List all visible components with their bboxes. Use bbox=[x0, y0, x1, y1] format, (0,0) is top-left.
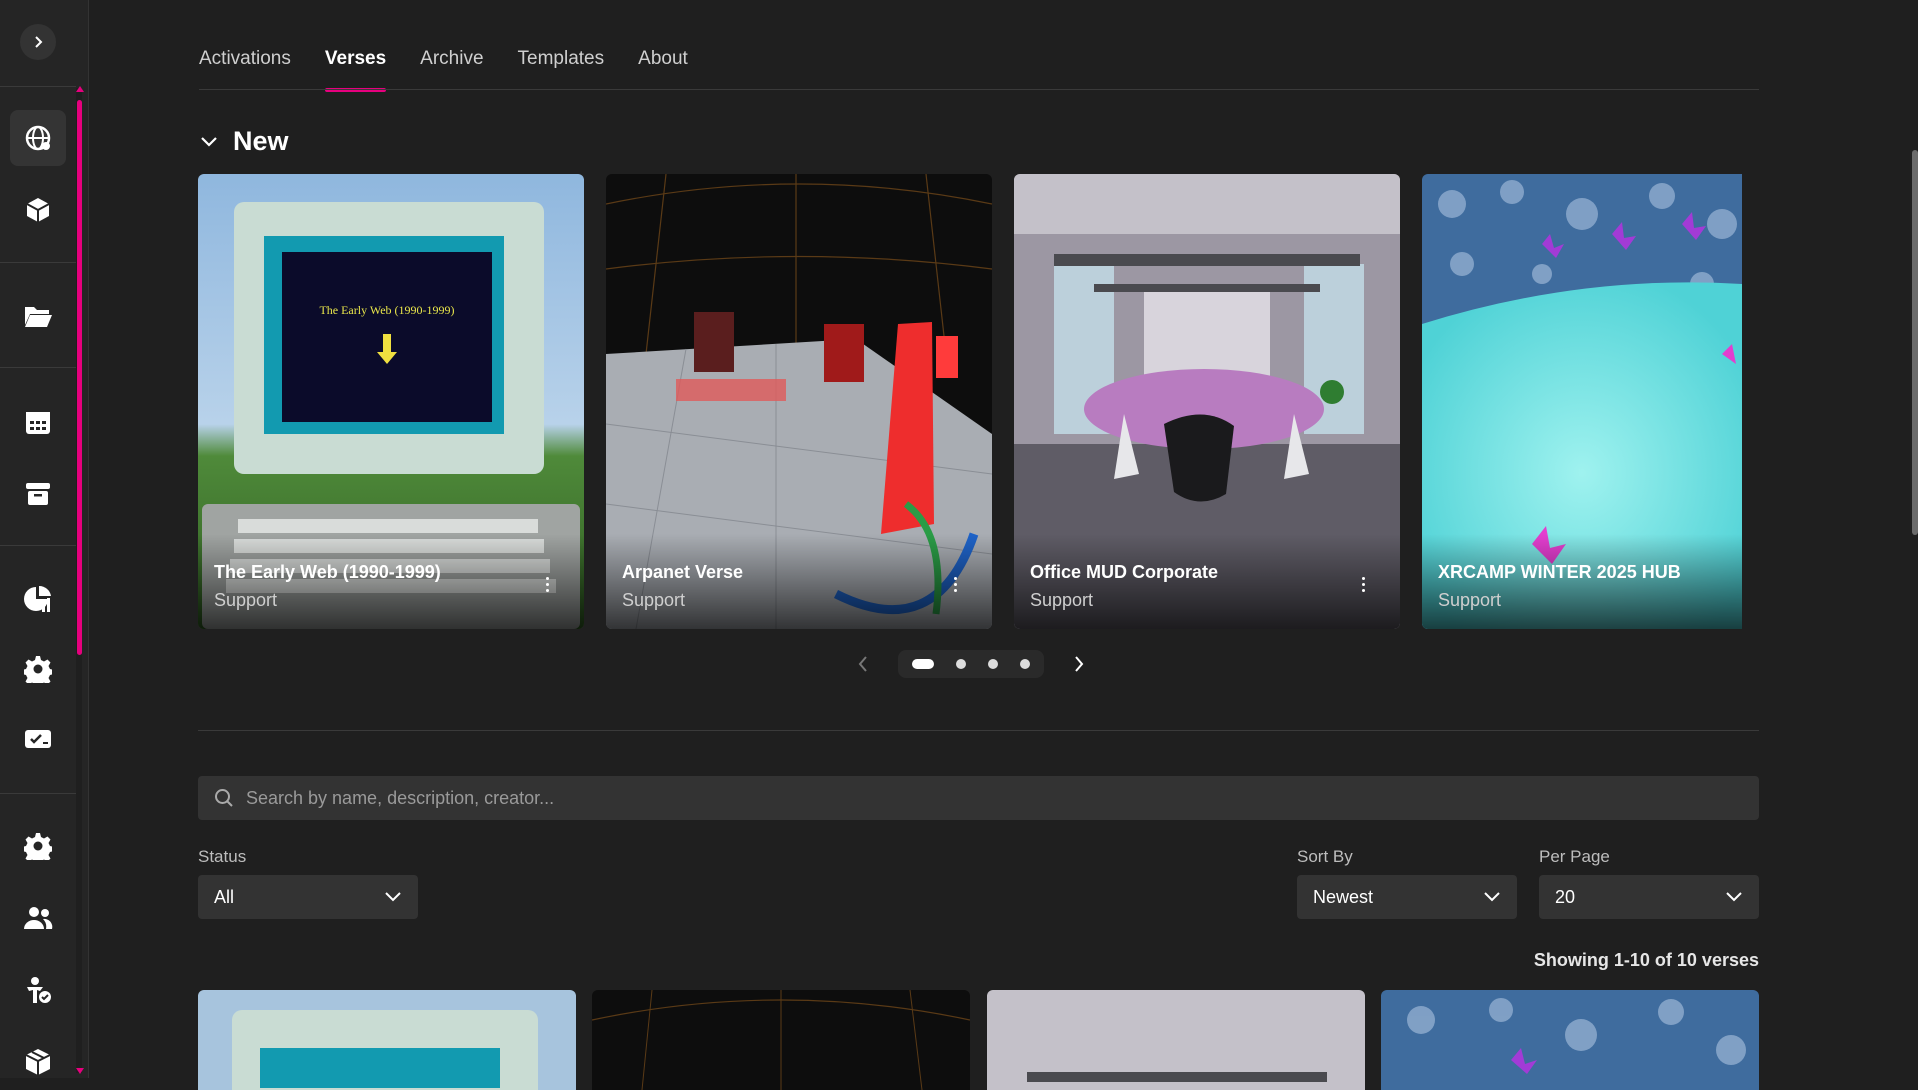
card-title: XRCAMP WINTER 2025 HUB bbox=[1438, 562, 1681, 582]
verse-grid-card[interactable] bbox=[987, 990, 1365, 1090]
chevron-right-icon bbox=[35, 36, 43, 48]
carousel-dot[interactable] bbox=[988, 659, 998, 669]
page-scrollbar[interactable] bbox=[1912, 150, 1918, 535]
calendar-grid-icon bbox=[26, 412, 50, 434]
sort-by-value: Newest bbox=[1313, 886, 1374, 907]
search-input[interactable]: Search by name, description, creator... bbox=[198, 776, 1759, 820]
more-options-icon[interactable] bbox=[1362, 574, 1366, 595]
tabs-divider bbox=[199, 89, 1759, 90]
verse-card[interactable]: The Early Web (1990-1999) The Early Web … bbox=[198, 174, 584, 629]
status-label: Status bbox=[198, 847, 247, 866]
sidebar-item-users[interactable] bbox=[10, 890, 66, 946]
tab-about[interactable]: About bbox=[638, 48, 688, 92]
svg-text:The Early Web (1990-1999): The Early Web (1990-1999) bbox=[319, 303, 454, 317]
per-page-select[interactable]: 20 bbox=[1539, 875, 1759, 919]
cube-icon bbox=[26, 198, 50, 222]
section-title: New bbox=[233, 126, 289, 156]
card-title: The Early Web (1990-1999) bbox=[214, 562, 441, 582]
carousel-dot[interactable] bbox=[956, 659, 966, 669]
tab-activations[interactable]: Activations bbox=[199, 48, 291, 92]
sidebar-item-packages[interactable] bbox=[10, 1034, 66, 1090]
package-icon bbox=[25, 1049, 51, 1075]
carousel-dot[interactable] bbox=[1020, 659, 1030, 669]
sidebar-toggle-button[interactable] bbox=[20, 24, 56, 60]
carousel-dot[interactable] bbox=[912, 659, 934, 669]
sidebar-item-archive[interactable] bbox=[10, 466, 66, 522]
tab-bar: Activations Verses Archive Templates Abo… bbox=[199, 48, 722, 92]
chevron-down-icon bbox=[385, 892, 401, 902]
card-title: Office MUD Corporate bbox=[1030, 562, 1219, 582]
gear-icon bbox=[24, 656, 52, 683]
sidebar-item-verses[interactable] bbox=[10, 110, 66, 166]
globe-network-icon bbox=[25, 125, 51, 151]
sidebar-divider bbox=[0, 545, 76, 546]
verse-grid-card[interactable] bbox=[1381, 990, 1759, 1090]
verse-thumbnail bbox=[592, 990, 970, 1090]
results-summary: Showing 1-10 of 10 verses bbox=[1533, 950, 1759, 970]
carousel-pager bbox=[856, 650, 1086, 678]
tab-templates[interactable]: Templates bbox=[518, 48, 605, 92]
sidebar-divider bbox=[0, 262, 76, 263]
chevron-down-icon bbox=[1484, 892, 1500, 902]
verse-grid-card[interactable] bbox=[592, 990, 970, 1090]
sort-by-label: Sort By bbox=[1297, 847, 1353, 866]
new-section-header[interactable]: New bbox=[199, 126, 289, 157]
ticket-icon bbox=[25, 730, 51, 748]
verse-card[interactable]: Arpanet Verse Support bbox=[606, 174, 992, 629]
card-subtitle: Support bbox=[1030, 590, 1094, 610]
more-options-icon[interactable] bbox=[546, 574, 550, 595]
folder-open-icon bbox=[25, 307, 52, 327]
sidebar-divider bbox=[0, 793, 76, 794]
tab-verses[interactable]: Verses bbox=[324, 48, 387, 92]
sidebar-item-assets[interactable] bbox=[10, 182, 66, 238]
verse-thumbnail bbox=[1381, 990, 1759, 1090]
sidebar-item-calendar[interactable] bbox=[10, 394, 66, 450]
sidebar-item-integrations[interactable] bbox=[10, 641, 66, 697]
scroll-down-icon[interactable] bbox=[76, 1068, 84, 1074]
more-options-icon[interactable] bbox=[954, 574, 958, 595]
scroll-up-icon[interactable] bbox=[76, 86, 84, 92]
verse-grid-card[interactable] bbox=[198, 990, 576, 1090]
status-value: All bbox=[214, 886, 235, 907]
new-verses-carousel: The Early Web (1990-1999) The Early Web … bbox=[198, 174, 1743, 629]
search-placeholder: Search by name, description, creator... bbox=[246, 787, 555, 808]
tab-archive[interactable]: Archive bbox=[420, 48, 483, 92]
sort-by-select[interactable]: Newest bbox=[1297, 875, 1517, 919]
sidebar-item-settings[interactable] bbox=[10, 818, 66, 874]
card-subtitle: Support bbox=[622, 590, 686, 610]
chevron-left-icon[interactable] bbox=[856, 654, 870, 674]
card-subtitle: Support bbox=[1438, 590, 1502, 610]
chevron-down-icon bbox=[1726, 892, 1742, 902]
verse-thumbnail bbox=[198, 990, 576, 1090]
sidebar-item-tickets[interactable] bbox=[10, 711, 66, 767]
sidebar-scrollbar-thumb[interactable] bbox=[77, 100, 82, 655]
sidebar bbox=[0, 0, 89, 1078]
verse-thumbnail bbox=[987, 990, 1365, 1090]
analytics-pie-icon bbox=[24, 585, 51, 612]
chevron-down-icon[interactable] bbox=[199, 135, 219, 149]
search-icon bbox=[215, 789, 233, 807]
verse-card[interactable]: XRCAMP WINTER 2025 HUB Support bbox=[1422, 174, 1742, 629]
per-page-value: 20 bbox=[1555, 886, 1576, 907]
carousel-dots bbox=[898, 650, 1044, 678]
sidebar-divider bbox=[0, 86, 76, 87]
sidebar-item-analytics[interactable] bbox=[10, 571, 66, 627]
card-subtitle: Support bbox=[214, 590, 278, 610]
archive-box-icon bbox=[26, 483, 50, 505]
settings-gear-icon bbox=[24, 833, 52, 860]
section-divider bbox=[198, 730, 1759, 731]
sidebar-item-files[interactable] bbox=[10, 288, 66, 344]
per-page-label: Per Page bbox=[1539, 847, 1610, 866]
chevron-right-icon[interactable] bbox=[1072, 654, 1086, 674]
verse-card[interactable]: Office MUD Corporate Support bbox=[1014, 174, 1400, 629]
sidebar-item-user-approval[interactable] bbox=[10, 962, 66, 1018]
status-select[interactable]: All bbox=[198, 875, 418, 919]
user-check-icon bbox=[27, 977, 51, 1003]
card-title: Arpanet Verse bbox=[622, 562, 744, 582]
users-icon bbox=[24, 907, 53, 929]
sidebar-divider bbox=[0, 367, 76, 368]
